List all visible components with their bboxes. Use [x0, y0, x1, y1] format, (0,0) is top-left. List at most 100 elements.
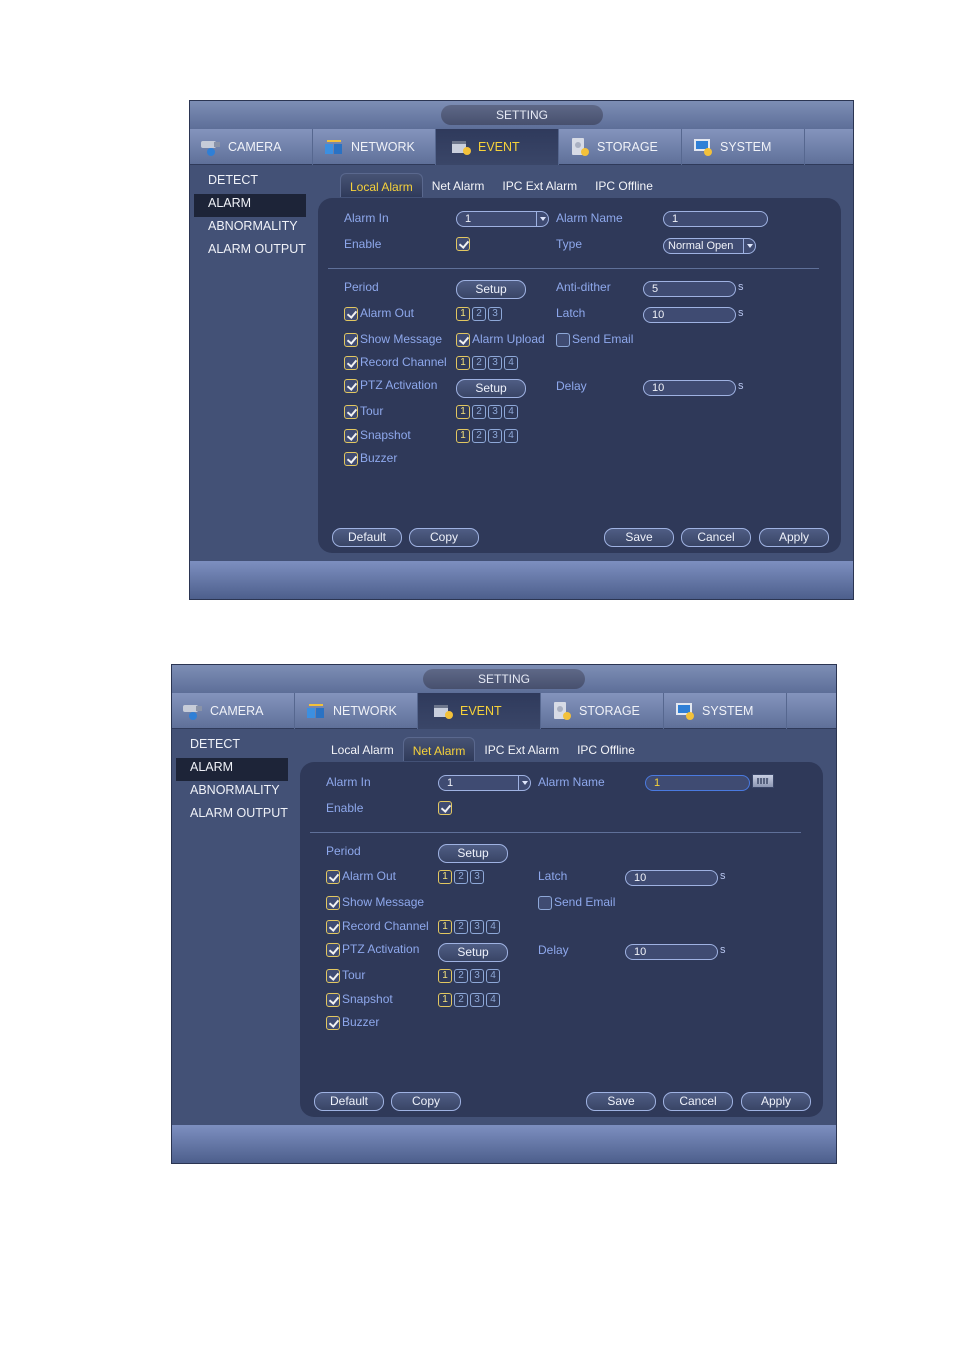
record-channel-3[interactable]: 3: [470, 920, 484, 934]
subtab-ipc-offline[interactable]: IPC Offline: [586, 173, 662, 197]
buzzer-checkbox[interactable]: [344, 452, 358, 466]
ptz-activation-checkbox[interactable]: [344, 379, 358, 393]
period-setup-button[interactable]: Setup: [438, 844, 508, 863]
nav-tab-event[interactable]: EVENT: [418, 693, 541, 729]
snapshot-channel-2[interactable]: 2: [472, 429, 486, 443]
tour-channel-2[interactable]: 2: [472, 405, 486, 419]
tour-checkbox[interactable]: [344, 405, 358, 419]
save-button[interactable]: Save: [604, 528, 674, 547]
type-select[interactable]: Normal Open: [663, 238, 756, 254]
save-button[interactable]: Save: [586, 1092, 656, 1111]
subtab-net-alarm[interactable]: Net Alarm: [423, 173, 494, 197]
subtab-ipc-offline[interactable]: IPC Offline: [568, 737, 644, 761]
nav-tab-system[interactable]: SYSTEM: [664, 693, 787, 729]
tour-channel-4[interactable]: 4: [504, 405, 518, 419]
cancel-button[interactable]: Cancel: [663, 1092, 733, 1111]
record-channel-4[interactable]: 4: [486, 920, 500, 934]
ptz-setup-button[interactable]: Setup: [456, 379, 526, 398]
delay-input[interactable]: 10: [643, 380, 736, 396]
apply-button[interactable]: Apply: [741, 1092, 811, 1111]
subtab-ipc-ext-alarm[interactable]: IPC Ext Alarm: [493, 173, 586, 197]
record-channel-3[interactable]: 3: [488, 356, 502, 370]
delay-input[interactable]: 10: [625, 944, 718, 960]
latch-input[interactable]: 10: [625, 870, 718, 886]
nav-tab-network[interactable]: NETWORK: [313, 129, 436, 165]
tour-channel-1[interactable]: 1: [456, 405, 470, 419]
send-email-checkbox[interactable]: [556, 333, 570, 347]
record-channel-checkbox[interactable]: [326, 920, 340, 934]
snapshot-checkbox[interactable]: [326, 993, 340, 1007]
snapshot-channel-2[interactable]: 2: [454, 993, 468, 1007]
show-message-checkbox[interactable]: [326, 896, 340, 910]
snapshot-channel-4[interactable]: 4: [504, 429, 518, 443]
alarm-out-channel-1[interactable]: 1: [438, 870, 452, 884]
record-channel-2[interactable]: 2: [472, 356, 486, 370]
alarm-out-channel-3[interactable]: 3: [488, 307, 502, 321]
subtab-local-alarm[interactable]: Local Alarm: [322, 737, 403, 761]
nav-tab-storage[interactable]: STORAGE: [559, 129, 682, 165]
nav-tab-event[interactable]: EVENT: [436, 129, 559, 165]
nav-tab-network[interactable]: NETWORK: [295, 693, 418, 729]
tour-channel-3[interactable]: 3: [488, 405, 502, 419]
tour-checkbox[interactable]: [326, 969, 340, 983]
tour-channel-3[interactable]: 3: [470, 969, 484, 983]
nav-tab-camera[interactable]: CAMERA: [172, 693, 295, 729]
tour-channel-4[interactable]: 4: [486, 969, 500, 983]
tour-channel-2[interactable]: 2: [454, 969, 468, 983]
record-channel-1[interactable]: 1: [438, 920, 452, 934]
alarm-out-channel-2[interactable]: 2: [454, 870, 468, 884]
subtab-net-alarm[interactable]: Net Alarm: [402, 737, 476, 761]
alarm-upload-checkbox[interactable]: [456, 333, 470, 347]
latch-input[interactable]: 10: [643, 307, 736, 323]
keyboard-icon[interactable]: [752, 774, 774, 788]
nav-tab-system[interactable]: SYSTEM: [682, 129, 805, 165]
tour-channel-1[interactable]: 1: [438, 969, 452, 983]
alarm-name-input[interactable]: 1: [663, 211, 768, 227]
record-channel-4[interactable]: 4: [504, 356, 518, 370]
sidebar-item-alarm[interactable]: ALARM: [176, 758, 288, 781]
snapshot-channel-3[interactable]: 3: [470, 993, 484, 1007]
alarm-name-input[interactable]: 1: [645, 775, 750, 791]
sidebar-item-alarm-output[interactable]: ALARM OUTPUT: [194, 240, 306, 263]
enable-checkbox[interactable]: [438, 801, 452, 815]
cancel-button[interactable]: Cancel: [681, 528, 751, 547]
ptz-activation-checkbox[interactable]: [326, 943, 340, 957]
record-channel-2[interactable]: 2: [454, 920, 468, 934]
record-channel-checkbox[interactable]: [344, 356, 358, 370]
sidebar-item-abnormality[interactable]: ABNORMALITY: [176, 781, 288, 804]
alarm-out-channel-1[interactable]: 1: [456, 307, 470, 321]
ptz-setup-button[interactable]: Setup: [438, 943, 508, 962]
nav-tab-storage[interactable]: STORAGE: [541, 693, 664, 729]
snapshot-channel-1[interactable]: 1: [438, 993, 452, 1007]
snapshot-channel-4[interactable]: 4: [486, 993, 500, 1007]
alarm-out-checkbox[interactable]: [326, 870, 340, 884]
period-setup-button[interactable]: Setup: [456, 280, 526, 299]
record-channel-1[interactable]: 1: [456, 356, 470, 370]
snapshot-channel-1[interactable]: 1: [456, 429, 470, 443]
sidebar-item-detect[interactable]: DETECT: [176, 735, 288, 758]
alarm-in-select[interactable]: 1: [456, 211, 549, 227]
send-email-checkbox[interactable]: [538, 896, 552, 910]
subtab-ipc-ext-alarm[interactable]: IPC Ext Alarm: [475, 737, 568, 761]
apply-button[interactable]: Apply: [759, 528, 829, 547]
subtab-local-alarm[interactable]: Local Alarm: [340, 173, 423, 197]
copy-button[interactable]: Copy: [391, 1092, 461, 1111]
alarm-in-select[interactable]: 1: [438, 775, 531, 791]
default-button[interactable]: Default: [332, 528, 402, 547]
sidebar-item-detect[interactable]: DETECT: [194, 171, 306, 194]
alarm-out-channel-3[interactable]: 3: [470, 870, 484, 884]
snapshot-channel-3[interactable]: 3: [488, 429, 502, 443]
default-button[interactable]: Default: [314, 1092, 384, 1111]
buzzer-checkbox[interactable]: [326, 1016, 340, 1030]
sidebar-item-alarm[interactable]: ALARM: [194, 194, 306, 217]
anti-dither-input[interactable]: 5: [643, 281, 736, 297]
alarm-out-channel-2[interactable]: 2: [472, 307, 486, 321]
show-message-checkbox[interactable]: [344, 333, 358, 347]
snapshot-checkbox[interactable]: [344, 429, 358, 443]
sidebar-item-abnormality[interactable]: ABNORMALITY: [194, 217, 306, 240]
copy-button[interactable]: Copy: [409, 528, 479, 547]
nav-tab-camera[interactable]: CAMERA: [190, 129, 313, 165]
enable-checkbox[interactable]: [456, 237, 470, 251]
sidebar-item-alarm-output[interactable]: ALARM OUTPUT: [176, 804, 288, 827]
alarm-out-checkbox[interactable]: [344, 307, 358, 321]
